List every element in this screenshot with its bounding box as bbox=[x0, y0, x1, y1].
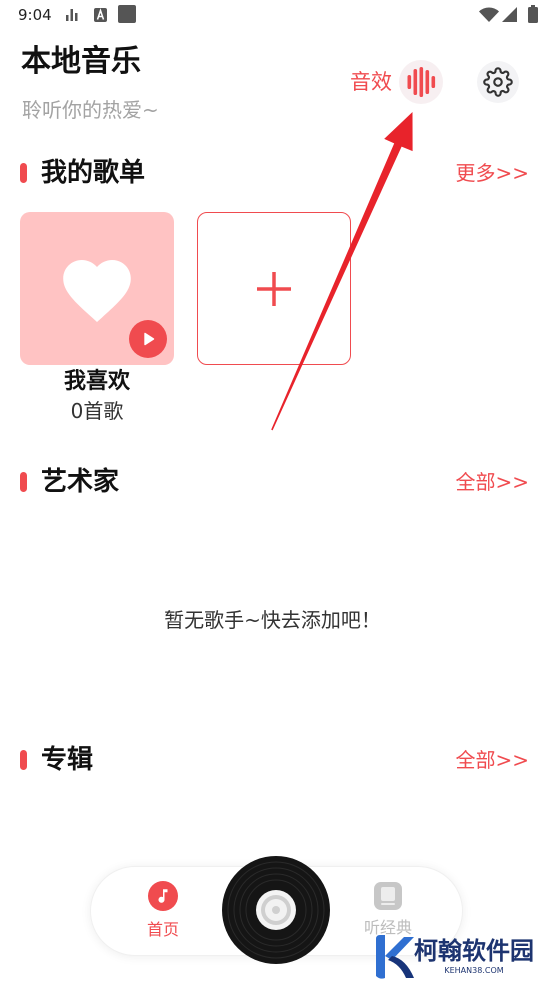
sound-effect-label[interactable]: 音效 bbox=[350, 69, 392, 95]
gear-icon bbox=[483, 67, 513, 97]
signal-icon bbox=[502, 7, 517, 22]
playlists-more-link[interactable]: 更多>> bbox=[455, 160, 529, 186]
vinyl-disc-icon bbox=[222, 856, 330, 964]
plus-icon bbox=[257, 271, 291, 306]
play-icon bbox=[144, 332, 155, 346]
wifi-icon bbox=[479, 7, 499, 22]
sound-wave-icon bbox=[407, 67, 436, 97]
play-button[interactable] bbox=[129, 320, 167, 358]
section-accent-bar bbox=[20, 750, 27, 770]
section-accent-bar bbox=[20, 472, 27, 492]
playlist-name[interactable]: 我喜欢 bbox=[20, 369, 174, 395]
tab-home[interactable] bbox=[148, 881, 178, 911]
tab-home-label[interactable]: 首页 bbox=[133, 919, 193, 941]
albums-all-link[interactable]: 全部>> bbox=[455, 747, 529, 773]
section-accent-bar bbox=[20, 163, 27, 183]
sound-effect-button[interactable] bbox=[399, 60, 443, 104]
artists-empty-message: 暂无歌手~快去添加吧！ bbox=[164, 608, 381, 632]
artists-section-title: 艺术家 bbox=[41, 467, 120, 497]
heart-icon bbox=[63, 260, 131, 322]
albums-section-title: 专辑 bbox=[41, 745, 94, 775]
playlist-card-favorites[interactable] bbox=[20, 212, 174, 365]
add-playlist-button[interactable] bbox=[197, 212, 351, 365]
battery-icon bbox=[528, 5, 538, 23]
artists-all-link[interactable]: 全部>> bbox=[455, 469, 529, 495]
app-a-icon bbox=[94, 8, 107, 22]
watermark-name: 柯翰软件园 bbox=[414, 937, 534, 965]
page-title: 本地音乐 bbox=[21, 44, 141, 79]
data-icon bbox=[66, 9, 78, 21]
music-note-icon bbox=[158, 889, 168, 903]
page-subtitle: 聆听你的热爱~ bbox=[22, 98, 159, 122]
tab-classic[interactable] bbox=[374, 882, 402, 910]
k-logo-icon bbox=[372, 934, 416, 980]
book-icon bbox=[374, 882, 402, 910]
status-time: 9:04 bbox=[18, 6, 52, 24]
settings-button[interactable] bbox=[477, 61, 519, 103]
playlist-song-count: 0首歌 bbox=[70, 399, 124, 423]
vinyl-disc-button[interactable] bbox=[222, 856, 330, 964]
watermark-site: KEHAN38.COM bbox=[444, 966, 504, 975]
playlists-section-title: 我的歌单 bbox=[41, 158, 146, 188]
square-app-icon bbox=[118, 5, 136, 23]
